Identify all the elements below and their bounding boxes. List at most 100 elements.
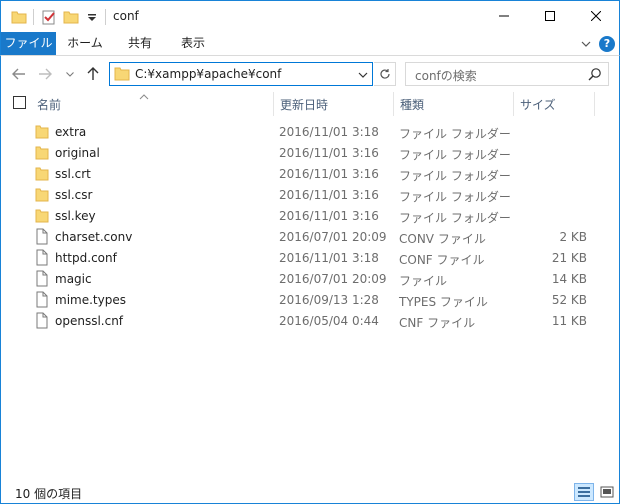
help-icon[interactable]: ? [599, 36, 615, 52]
forward-arrow-icon[interactable] [35, 64, 55, 84]
refresh-button[interactable] [374, 62, 396, 86]
column-divider[interactable] [513, 92, 514, 116]
column-header-size[interactable]: サイズ [520, 96, 556, 113]
file-list: extra 2016/11/01 3:18 ファイル フォルダー origina… [0, 116, 620, 478]
folder-icon [35, 186, 49, 203]
file-size: 2 KB [559, 230, 587, 244]
file-name: ssl.crt [55, 167, 91, 181]
maximize-button[interactable] [527, 1, 573, 31]
list-item[interactable]: ssl.crt 2016/11/01 3:16 ファイル フォルダー [31, 163, 591, 184]
window-title: conf [113, 9, 139, 23]
file-date: 2016/11/01 3:18 [279, 251, 379, 265]
tab-share[interactable]: 共有 [118, 32, 162, 55]
large-icons-view-icon [600, 486, 614, 498]
file-date: 2016/07/01 20:09 [279, 272, 387, 286]
tab-file[interactable]: ファイル [1, 32, 56, 55]
status-bar: 10 個の項目 [0, 478, 620, 504]
list-item[interactable]: httpd.conf 2016/11/01 3:18 CONF ファイル 21 … [31, 247, 591, 268]
file-name: openssl.cnf [55, 314, 124, 328]
file-type: ファイル [399, 274, 448, 288]
folder-icon [35, 207, 49, 224]
item-count: 10 個の項目 [15, 487, 83, 501]
address-bar[interactable]: C:¥xampp¥apache¥conf [109, 62, 373, 86]
list-item[interactable]: ssl.csr 2016/11/01 3:16 ファイル フォルダー [31, 184, 591, 205]
file-date: 2016/11/01 3:18 [279, 125, 379, 139]
quick-access-dropdown-icon[interactable] [87, 7, 97, 27]
recent-locations-chevron-icon[interactable] [63, 64, 77, 84]
file-type: ファイル フォルダー [399, 169, 511, 183]
file-type: CONF ファイル [399, 253, 485, 267]
toolbar-separator [33, 9, 34, 25]
list-item[interactable]: original 2016/11/01 3:16 ファイル フォルダー [31, 142, 591, 163]
file-name: charset.conv [55, 230, 133, 244]
file-name: magic [55, 272, 92, 286]
list-item[interactable]: charset.conv 2016/07/01 20:09 CONV ファイル … [31, 226, 591, 247]
back-arrow-icon[interactable] [9, 64, 29, 84]
file-type: ファイル フォルダー [399, 190, 511, 204]
file-icon [35, 312, 49, 329]
file-name: mime.types [55, 293, 126, 307]
details-view-icon [578, 487, 590, 497]
refresh-icon [379, 69, 390, 79]
toolbar-separator [105, 9, 106, 25]
folder-icon [114, 67, 130, 84]
list-item[interactable]: mime.types 2016/09/13 1:28 TYPES ファイル 52… [31, 289, 591, 310]
column-divider[interactable] [393, 92, 394, 116]
column-divider[interactable] [273, 92, 274, 116]
file-type: TYPES ファイル [399, 295, 488, 309]
file-icon [35, 249, 49, 266]
column-divider[interactable] [594, 92, 595, 116]
navigation-bar: C:¥xampp¥apache¥conf confの検索 [0, 56, 620, 92]
file-date: 2016/11/01 3:16 [279, 146, 379, 160]
file-date: 2016/07/01 20:09 [279, 230, 387, 244]
select-all-checkbox[interactable] [13, 96, 26, 109]
column-header-date[interactable]: 更新日時 [280, 96, 328, 113]
list-item[interactable]: openssl.cnf 2016/05/04 0:44 CNF ファイル 11 … [31, 310, 591, 331]
search-placeholder: confの検索 [415, 69, 477, 83]
column-headers: 名前 更新日時 種類 サイズ [0, 92, 620, 116]
large-icons-view-button[interactable] [597, 483, 617, 501]
file-date: 2016/11/01 3:16 [279, 167, 379, 181]
file-date: 2016/05/04 0:44 [279, 314, 379, 328]
file-icon [35, 270, 49, 287]
file-name: original [55, 146, 100, 160]
properties-icon[interactable] [41, 7, 57, 27]
file-name: httpd.conf [55, 251, 117, 265]
address-path[interactable]: C:¥xampp¥apache¥conf [135, 67, 281, 81]
file-icon [35, 291, 49, 308]
ribbon: ファイル ホーム 共有 表示 ? [0, 32, 620, 56]
tab-view[interactable]: 表示 [171, 32, 215, 55]
column-header-name[interactable]: 名前 [37, 96, 61, 113]
file-name: extra [55, 125, 87, 139]
file-date: 2016/09/13 1:28 [279, 293, 379, 307]
list-item[interactable]: extra 2016/11/01 3:18 ファイル フォルダー [31, 121, 591, 142]
tab-home[interactable]: ホーム [63, 32, 107, 55]
file-type: ファイル フォルダー [399, 211, 511, 225]
file-size: 11 KB [551, 314, 587, 328]
expand-ribbon-icon[interactable] [579, 37, 593, 51]
chevron-down-icon[interactable] [357, 69, 369, 81]
minimize-button[interactable] [481, 1, 527, 31]
file-date: 2016/11/01 3:16 [279, 188, 379, 202]
title-bar: conf [0, 0, 620, 32]
folder-icon [35, 123, 49, 140]
list-item[interactable]: ssl.key 2016/11/01 3:16 ファイル フォルダー [31, 205, 591, 226]
up-arrow-icon[interactable] [83, 64, 103, 84]
folder-icon[interactable] [11, 7, 27, 27]
column-header-type[interactable]: 種類 [400, 96, 424, 113]
file-type: ファイル フォルダー [399, 148, 511, 162]
details-view-button[interactable] [574, 483, 594, 501]
file-type: ファイル フォルダー [399, 127, 511, 141]
file-type: CNF ファイル [399, 316, 476, 330]
file-date: 2016/11/01 3:16 [279, 209, 379, 223]
close-button[interactable] [573, 1, 619, 31]
file-name: ssl.csr [55, 188, 93, 202]
search-icon[interactable] [588, 67, 602, 81]
new-folder-icon[interactable] [63, 7, 79, 27]
list-item[interactable]: magic 2016/07/01 20:09 ファイル 14 KB [31, 268, 591, 289]
folder-icon [35, 144, 49, 161]
sort-ascending-icon [139, 89, 149, 103]
search-input[interactable]: confの検索 [405, 62, 609, 86]
file-size: 52 KB [551, 293, 587, 307]
file-type: CONV ファイル [399, 232, 486, 246]
